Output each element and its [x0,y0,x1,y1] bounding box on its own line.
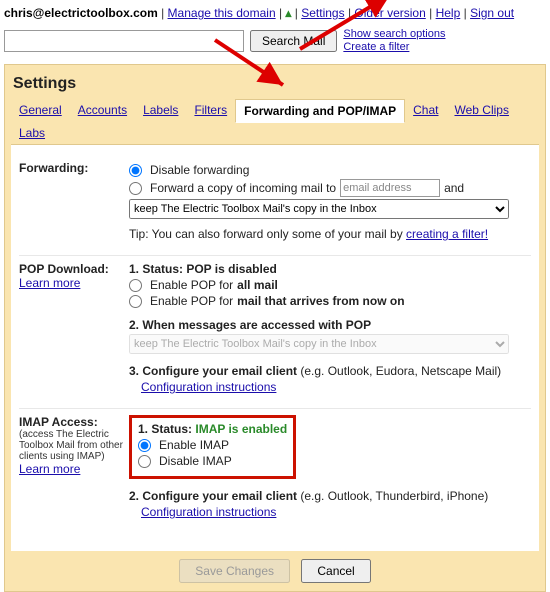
show-search-options-link[interactable]: Show search options [343,28,445,41]
pop-configure-rest: (e.g. Outlook, Eudora, Netscape Mail) [297,364,501,378]
imap-status-value: IMAP is enabled [195,422,287,436]
settings-panel: Settings General Accounts Labels Filters… [4,64,546,592]
tab-content: Forwarding: Disable forwarding Forward a… [11,145,539,551]
pop-enable-all-prefix: Enable POP for [150,278,233,292]
pop-section: POP Download: Learn more 1. Status: POP … [19,256,531,409]
imap-disable-radio[interactable] [138,455,151,468]
pop-label: POP Download: [19,262,109,276]
imap-enable-text: Enable IMAP [159,438,229,452]
search-input[interactable] [4,30,244,52]
forwarding-enable-radio[interactable] [129,182,142,195]
forwarding-action-select[interactable]: keep The Electric Toolbox Mail's copy in… [129,199,509,219]
tab-forwarding[interactable]: Forwarding and POP/IMAP [235,99,405,123]
forwarding-disable-radio[interactable] [129,164,142,177]
tab-general[interactable]: General [11,99,70,122]
tab-accounts[interactable]: Accounts [70,99,135,122]
manage-domain-link[interactable]: Manage this domain [168,6,276,20]
pop-enable-all-bold: all mail [237,278,278,292]
header-bar: chris@electrictoolbox.com | Manage this … [0,0,550,24]
pop-status: 1. Status: POP is disabled [129,262,531,276]
forward-email-input[interactable] [340,179,440,197]
forwarding-label: Forwarding: [19,161,129,241]
pop-configure-bold: 3. Configure your email client [129,364,297,378]
pop-enable-now-radio[interactable] [129,295,142,308]
forwarding-section: Forwarding: Disable forwarding Forward a… [19,155,531,256]
imap-highlight-box: 1. Status: IMAP is enabled Enable IMAP D… [129,415,296,479]
forwarding-disable-text: Disable forwarding [150,163,249,177]
help-link[interactable]: Help [436,6,461,20]
page-title: Settings [11,71,539,99]
imap-configure-rest: (e.g. Outlook, Thunderbird, iPhone) [297,489,488,503]
save-changes-button[interactable]: Save Changes [179,559,290,583]
presence-icon: ▴ [285,6,291,20]
cancel-button[interactable]: Cancel [301,559,370,583]
imap-config-instructions-link[interactable]: Configuration instructions [141,505,276,519]
imap-status-prefix: 1. Status: [138,422,195,436]
pop-learn-more-link[interactable]: Learn more [19,276,80,290]
pop-enable-now-prefix: Enable POP for [150,294,233,308]
pop-enable-now-bold: mail that arrives from now on [237,294,404,308]
imap-section: IMAP Access: (access The Electric Toolbo… [19,409,531,533]
button-row: Save Changes Cancel [11,551,539,591]
settings-link[interactable]: Settings [301,6,344,20]
search-row: Search Mail Show search options Create a… [0,24,550,58]
pop-enable-all-radio[interactable] [129,279,142,292]
tabs-row: General Accounts Labels Filters Forwardi… [11,99,539,145]
forwarding-and-text: and [444,181,464,195]
pop-when-header: 2. When messages are accessed with POP [129,318,531,332]
search-mail-button[interactable]: Search Mail [250,30,337,52]
imap-configure-bold: 2. Configure your email client [129,489,297,503]
tab-labs[interactable]: Labs [11,122,53,144]
tab-webclips[interactable]: Web Clips [446,99,516,122]
imap-label: IMAP Access: [19,415,98,429]
imap-learn-more-link[interactable]: Learn more [19,462,80,476]
imap-enable-radio[interactable] [138,439,151,452]
imap-disable-text: Disable IMAP [159,454,232,468]
pop-config-instructions-link[interactable]: Configuration instructions [141,380,276,394]
tab-filters[interactable]: Filters [186,99,235,122]
pop-action-select[interactable]: keep The Electric Toolbox Mail's copy in… [129,334,509,354]
forwarding-forward-text: Forward a copy of incoming mail to [150,181,336,195]
imap-sublabel: (access The Electric Toolbox Mail from o… [19,429,129,462]
tab-chat[interactable]: Chat [405,99,446,122]
create-filter-link[interactable]: Create a filter [343,41,445,54]
account-email: chris@electrictoolbox.com [4,6,158,20]
creating-filter-link[interactable]: creating a filter! [406,227,488,241]
older-version-link[interactable]: Older version [354,6,425,20]
forwarding-tip-text: Tip: You can also forward only some of y… [129,227,406,241]
signout-link[interactable]: Sign out [470,6,514,20]
tab-labels[interactable]: Labels [135,99,186,122]
